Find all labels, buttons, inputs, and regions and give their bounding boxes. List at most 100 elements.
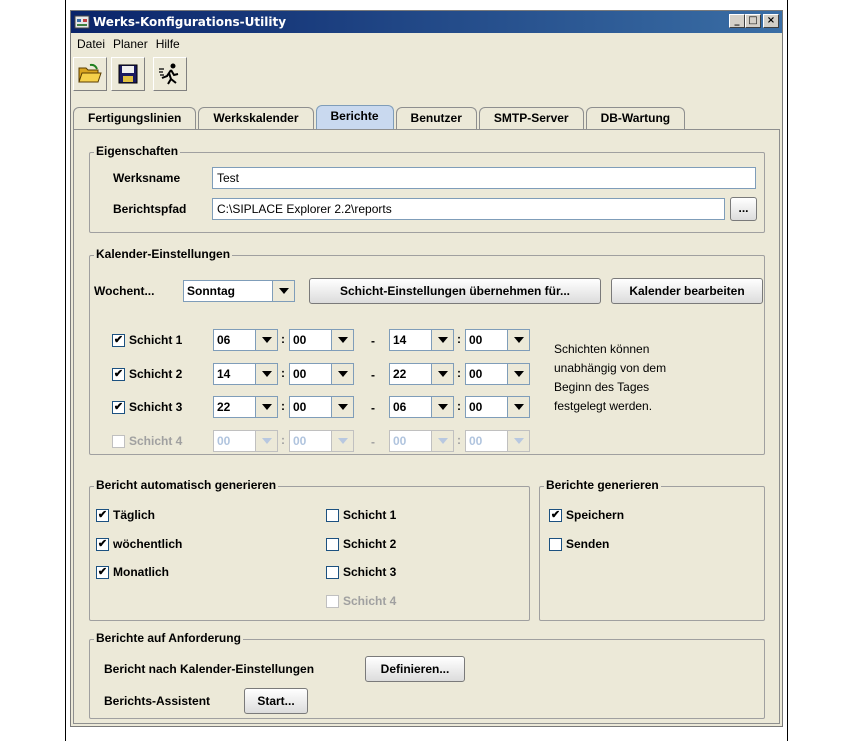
tab-benutzer[interactable]: Benutzer [395, 107, 477, 129]
chevron-down-icon[interactable] [272, 281, 294, 301]
tab-db-wartung[interactable]: DB-Wartung [585, 107, 686, 129]
time-dash: - [371, 435, 375, 449]
from-minute-select[interactable]: 00 [289, 396, 354, 418]
tab-werkskalender[interactable]: Werkskalender [198, 107, 314, 129]
time-dash: - [371, 401, 375, 415]
shift-label: Schicht 4 [129, 434, 183, 448]
from-hour-select[interactable]: 14 [213, 363, 278, 385]
chevron-down-icon[interactable] [255, 364, 277, 384]
note-line: Schichten können [554, 342, 650, 356]
checkbox-box[interactable] [96, 508, 109, 522]
chevron-down-icon[interactable] [255, 330, 277, 350]
checkbox-box[interactable] [96, 565, 109, 579]
checkbox-box[interactable] [112, 333, 125, 347]
from-minute-value: 00 [293, 434, 307, 448]
period-checkbox[interactable]: Monatlich [96, 565, 169, 579]
tab-fertigungslinien[interactable]: Fertigungslinien [73, 107, 197, 129]
chevron-down-icon[interactable] [431, 330, 453, 350]
to-hour-select[interactable]: 06 [389, 396, 454, 418]
menu-bar: Datei Planer Hilfe [71, 34, 184, 54]
from-hour-value: 22 [217, 400, 231, 414]
chevron-down-icon[interactable] [255, 397, 277, 417]
to-hour-select[interactable]: 22 [389, 363, 454, 385]
from-hour-value: 06 [217, 333, 231, 347]
to-minute-value: 00 [469, 434, 483, 448]
shift-checkbox: Schicht 4 [112, 434, 182, 448]
shift-checkbox[interactable]: Schicht 2 [112, 367, 182, 381]
save-button[interactable] [111, 57, 145, 91]
chevron-down-icon[interactable] [507, 364, 529, 384]
period-checkbox[interactable]: wöchentlich [96, 537, 182, 551]
menu-planer[interactable]: Planer [109, 34, 152, 54]
to-minute-value: 00 [469, 400, 483, 414]
to-minute-select[interactable]: 00 [465, 396, 530, 418]
auto-shift-label: Schicht 2 [343, 537, 397, 551]
shift-checkbox[interactable]: Schicht 1 [112, 333, 182, 347]
calendar-report-label: Bericht nach Kalender-Einstellungen [104, 662, 315, 676]
plant-name-input[interactable]: Test [212, 167, 756, 189]
chevron-down-icon [507, 431, 529, 451]
app-icon [74, 15, 90, 29]
from-minute-value: 00 [293, 367, 307, 381]
period-checkbox[interactable]: Täglich [96, 508, 155, 522]
auto-shift-checkbox[interactable]: Schicht 2 [326, 537, 396, 551]
to-minute-select[interactable]: 00 [465, 329, 530, 351]
chevron-down-icon[interactable] [431, 397, 453, 417]
checkbox-box[interactable] [549, 537, 562, 551]
to-minute-select: 00 [465, 430, 530, 452]
shift-checkbox[interactable]: Schicht 3 [112, 400, 182, 414]
define-button[interactable]: Definieren... [365, 656, 465, 682]
time-colon: : [457, 399, 461, 413]
chevron-down-icon[interactable] [331, 397, 353, 417]
report-path-input[interactable]: C:\SIPLACE Explorer 2.2\reports [212, 198, 725, 220]
to-hour-select[interactable]: 14 [389, 329, 454, 351]
open-button[interactable] [73, 57, 107, 91]
from-minute-select[interactable]: 00 [289, 363, 354, 385]
start-wizard-button[interactable]: Start... [244, 688, 308, 714]
from-hour-value: 00 [217, 434, 231, 448]
properties-legend: Eigenschaften [94, 144, 181, 158]
auto-shift-checkbox[interactable]: Schicht 3 [326, 565, 396, 579]
from-hour-select[interactable]: 22 [213, 396, 278, 418]
minimize-button[interactable]: _ [729, 14, 745, 28]
weekday-value: Sonntag [187, 284, 235, 298]
chevron-down-icon[interactable] [507, 330, 529, 350]
run-button[interactable] [153, 57, 187, 91]
chevron-down-icon [431, 431, 453, 451]
generate-option-checkbox[interactable]: Senden [549, 537, 609, 551]
from-minute-select[interactable]: 00 [289, 329, 354, 351]
calendar-legend: Kalender-Einstellungen [94, 247, 233, 261]
auto-shift-checkbox[interactable]: Schicht 1 [326, 508, 396, 522]
tab-smtp-server[interactable]: SMTP-Server [478, 107, 584, 129]
browse-button[interactable]: ... [730, 197, 757, 221]
checkbox-box[interactable] [549, 508, 562, 522]
menu-datei[interactable]: Datei [73, 34, 109, 54]
from-hour-select[interactable]: 06 [213, 329, 278, 351]
checkbox-box[interactable] [326, 508, 339, 522]
to-minute-select[interactable]: 00 [465, 363, 530, 385]
close-button[interactable]: × [763, 14, 779, 28]
weekday-select[interactable]: Sonntag [183, 280, 295, 302]
menu-hilfe[interactable]: Hilfe [152, 34, 184, 54]
generate-option-label: Speichern [566, 508, 625, 522]
maximize-button[interactable]: □ [745, 14, 761, 28]
chevron-down-icon[interactable] [431, 364, 453, 384]
chevron-down-icon[interactable] [331, 364, 353, 384]
note-line: festgelegt werden. [554, 399, 653, 413]
from-minute-value: 00 [293, 333, 307, 347]
checkbox-box[interactable] [112, 400, 125, 414]
apply-shift-settings-button[interactable]: Schicht-Einstellungen übernehmen für... [309, 278, 601, 304]
checkbox-box[interactable] [96, 537, 109, 551]
checkbox-box[interactable] [112, 367, 125, 381]
checkbox-box[interactable] [326, 537, 339, 551]
title-bar[interactable]: Werks-Konfigurations-Utility _ □ × [71, 11, 782, 33]
calendar-group: Kalender-Einstellungen Wochent... Sonnta… [89, 247, 765, 455]
chevron-down-icon[interactable] [507, 397, 529, 417]
plant-name-label: Werksname [113, 171, 181, 185]
chevron-down-icon [331, 431, 353, 451]
checkbox-box[interactable] [326, 565, 339, 579]
tab-berichte[interactable]: Berichte [315, 105, 394, 129]
chevron-down-icon[interactable] [331, 330, 353, 350]
edit-calendar-button[interactable]: Kalender bearbeiten [611, 278, 763, 304]
generate-option-checkbox[interactable]: Speichern [549, 508, 624, 522]
